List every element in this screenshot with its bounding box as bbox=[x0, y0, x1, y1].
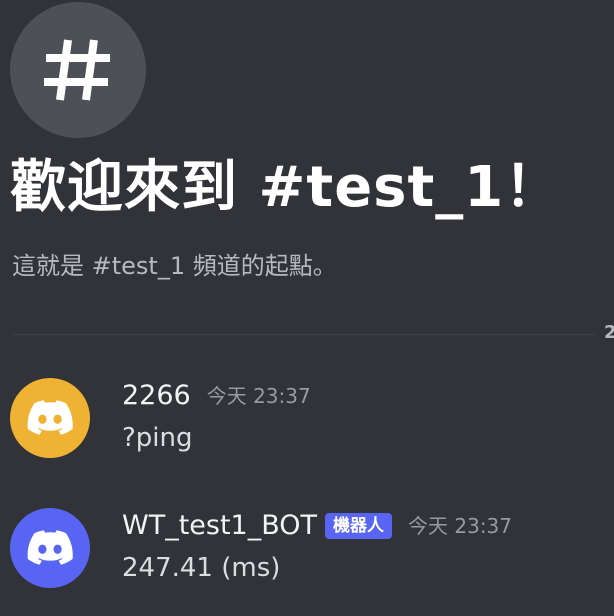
channel-hashtag-avatar bbox=[10, 2, 146, 138]
date-divider-label: 2 bbox=[604, 322, 614, 343]
username[interactable]: WT_test1_BOT bbox=[122, 508, 317, 544]
discord-logo-icon bbox=[27, 400, 73, 435]
message-item: WT_test1_BOT 機器人 今天 23:37 247.41 (ms) bbox=[0, 502, 614, 602]
message-content: ?ping bbox=[122, 423, 193, 453]
bot-avatar[interactable] bbox=[10, 508, 90, 588]
user-avatar[interactable] bbox=[10, 378, 90, 458]
welcome-subtitle: 這就是 #test_1 頻道的起點。 bbox=[12, 252, 337, 280]
message-content: 247.41 (ms) bbox=[122, 553, 281, 583]
message-timestamp: 今天 23:37 bbox=[408, 514, 513, 538]
bot-tag-badge: 機器人 bbox=[325, 513, 393, 539]
username[interactable]: 2266 bbox=[122, 378, 191, 414]
channel-view: 歡迎來到 #test_1！ 這就是 #test_1 頻道的起點。 2 2266 … bbox=[0, 0, 614, 616]
message-header: 2266 今天 23:37 bbox=[122, 378, 311, 414]
hashtag-icon bbox=[44, 39, 110, 101]
message-timestamp: 今天 23:37 bbox=[206, 384, 311, 408]
message-item: 2266 今天 23:37 ?ping bbox=[0, 372, 614, 472]
date-divider bbox=[12, 334, 596, 335]
discord-logo-icon bbox=[27, 530, 73, 565]
message-header: WT_test1_BOT 機器人 今天 23:37 bbox=[122, 508, 512, 544]
welcome-title: 歡迎來到 #test_1！ bbox=[10, 155, 562, 220]
